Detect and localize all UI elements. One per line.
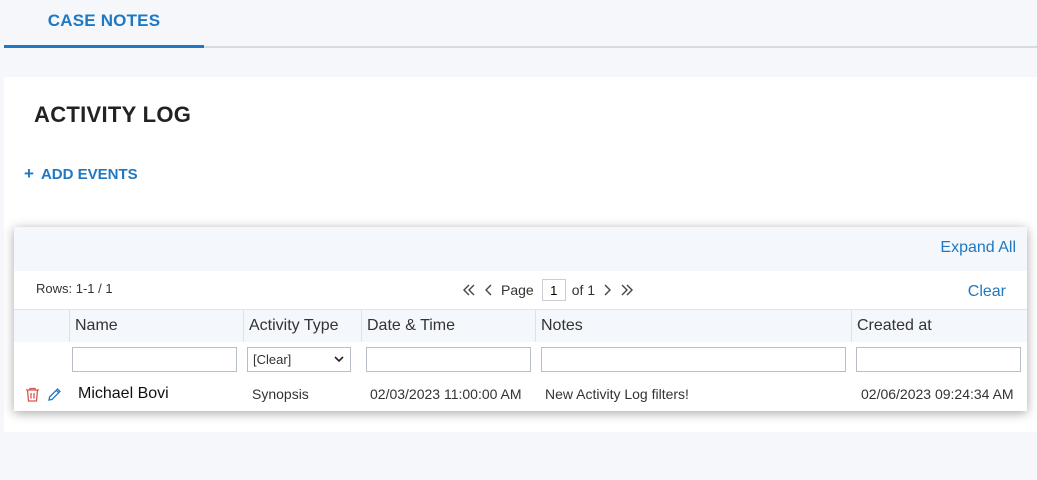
pencil-icon[interactable] (46, 386, 63, 403)
add-events-button[interactable]: + ADD EVENTS (24, 164, 138, 184)
prev-page-icon[interactable] (479, 280, 499, 300)
activity-log-card: ACTIVITY LOG + ADD EVENTS Expand All Row… (4, 77, 1037, 432)
notes-filter-input[interactable] (541, 347, 846, 372)
pager-row: Rows: 1-1 / 1 Page of 1 Clear (14, 271, 1027, 309)
actions-column-header (14, 310, 69, 342)
tab-bar: CASE NOTES (0, 0, 1037, 48)
page-number-input[interactable] (541, 279, 566, 301)
pager: Page of 1 (459, 279, 637, 301)
column-header-date-time[interactable]: Date & Time (361, 310, 535, 342)
row-name: Michael Bovi (78, 385, 169, 402)
chevron-down-icon (333, 352, 345, 369)
add-events-label: ADD EVENTS (40, 165, 138, 183)
page-of-label: of 1 (571, 282, 596, 298)
active-tab-indicator (4, 45, 204, 48)
name-filter-input[interactable] (72, 347, 237, 372)
table-row[interactable]: Michael Bovi Synopsis 02/03/2023 11:00:0… (14, 377, 1027, 411)
column-header-notes[interactable]: Notes (535, 310, 851, 342)
row-notes: New Activity Log filters! (545, 386, 689, 402)
trash-icon[interactable] (24, 386, 41, 403)
row-activity-type: Synopsis (252, 386, 309, 402)
activity-grid: Expand All Rows: 1-1 / 1 Page of 1 (14, 227, 1027, 411)
created-at-filter-input[interactable] (856, 347, 1021, 372)
row-created-at: 02/06/2023 09:24:34 AM (861, 386, 1014, 402)
table-header: Name Activity Type Date & Time Notes Cre… (14, 309, 1027, 343)
column-header-activity-type[interactable]: Activity Type (243, 310, 361, 342)
filter-row: [Clear] (14, 342, 1027, 376)
last-page-icon[interactable] (617, 280, 637, 300)
date-time-filter-input[interactable] (366, 347, 531, 372)
tab-divider (204, 46, 1037, 48)
page-title: ACTIVITY LOG (34, 102, 192, 127)
row-date-time: 02/03/2023 11:00:00 AM (370, 386, 522, 402)
clear-filters-link[interactable]: Clear (968, 283, 1006, 301)
column-header-created-at[interactable]: Created at (851, 310, 1027, 342)
activity-type-filter-value: [Clear] (253, 352, 292, 367)
page-label: Page (501, 282, 534, 298)
expand-all-link[interactable]: Expand All (940, 239, 1016, 257)
first-page-icon[interactable] (459, 280, 479, 300)
column-header-name[interactable]: Name (69, 310, 243, 342)
plus-icon: + (24, 164, 34, 183)
tab-case-notes[interactable]: CASE NOTES (4, 0, 204, 48)
activity-type-filter-select[interactable]: [Clear] (247, 347, 351, 372)
rows-info: Rows: 1-1 / 1 (36, 281, 113, 296)
next-page-icon[interactable] (597, 280, 617, 300)
